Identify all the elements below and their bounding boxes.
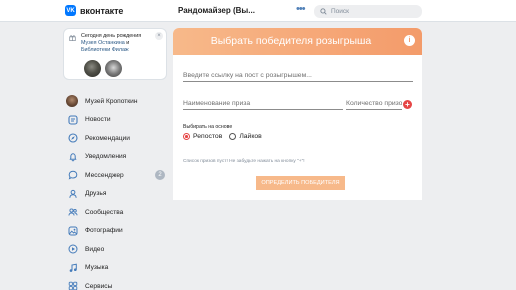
search-icon — [320, 8, 327, 15]
info-icon[interactable]: i — [404, 35, 415, 46]
sidebar-item-label: Уведомления — [85, 153, 127, 161]
sidebar-item-friends[interactable]: Друзья — [63, 185, 171, 204]
radio-likes[interactable]: Лайков — [229, 133, 262, 140]
sidebar-nav: Музей Кропоткин Новости Рекомендации Уве… — [63, 92, 171, 290]
unread-badge: 2 — [155, 170, 165, 180]
sidebar-item-label: Музыка — [85, 264, 109, 272]
search-box[interactable] — [314, 5, 422, 18]
bell-icon — [67, 151, 78, 162]
birthday-conj: и — [124, 40, 130, 46]
vk-logo-text: вконтакте — [80, 5, 124, 16]
sidebar-item-video[interactable]: Видео — [63, 240, 171, 259]
app-banner: Выбрать победителя розыгрыша i — [173, 28, 422, 55]
sidebar-item-music[interactable]: Музыка — [63, 259, 171, 278]
sidebar-item-label: Друзья — [85, 190, 107, 198]
services-icon — [67, 281, 78, 290]
user-icon — [67, 188, 78, 199]
top-header: VK вконтакте Рандомайзер (Вы... ••• — [0, 0, 516, 22]
music-icon — [67, 262, 78, 273]
add-prize-button[interactable]: + — [403, 100, 412, 109]
birthday-link-2[interactable]: Библиотеки Филаж — [81, 47, 129, 53]
avatar[interactable] — [105, 60, 122, 77]
banner-title: Выбрать победителя розыгрыша — [210, 35, 372, 47]
prize-quantity-input[interactable] — [346, 99, 402, 110]
sidebar-item-label: Видео — [85, 245, 105, 253]
close-icon[interactable]: × — [155, 32, 163, 40]
search-input[interactable] — [331, 8, 421, 15]
sidebar-item-label: Музей Кропоткин — [85, 97, 138, 105]
empty-prizes-note: Список призов пуст! Не забудьте нажать н… — [183, 159, 305, 164]
birthday-text: Сегодня день рождения Музея Останкина и … — [81, 33, 155, 54]
sidebar-item-news[interactable]: Новости — [63, 111, 171, 130]
sidebar-item-photos[interactable]: Фотографии — [63, 222, 171, 241]
birthday-line: Сегодня день рождения — [81, 33, 142, 39]
prize-name-input[interactable] — [183, 99, 343, 110]
sidebar-item-label: Новости — [85, 116, 111, 124]
news-icon — [67, 114, 78, 125]
chat-icon — [67, 170, 78, 181]
background-area — [173, 200, 422, 290]
vk-logo[interactable]: VK вконтакте — [65, 5, 123, 16]
sidebar-item-messenger[interactable]: Мессенджер 2 — [63, 166, 171, 185]
post-link-input[interactable] — [183, 71, 413, 82]
sidebar-item-recommendations[interactable]: Рекомендации — [63, 129, 171, 148]
determine-winner-button[interactable]: ОПРЕДЕЛИТЬ ПОБЕДИТЕЛЯ — [256, 176, 345, 190]
choose-basis-label: Выбирать на основе — [183, 124, 233, 130]
birthday-card: Сегодня день рождения Музея Останкина и … — [63, 28, 167, 80]
birthday-link-1[interactable]: Музея Останкина — [81, 40, 125, 46]
avatar[interactable] — [84, 60, 101, 77]
basis-radio-group: Репостов Лайков — [183, 133, 269, 140]
radio-selected-icon[interactable] — [183, 133, 190, 140]
vk-logo-icon: VK — [65, 5, 76, 16]
sidebar-item-label: Сообщества — [85, 208, 124, 216]
radio-label: Лайков — [239, 133, 262, 140]
sidebar-item-label: Фотографии — [85, 227, 123, 235]
app-title: Рандомайзер (Вы... — [178, 6, 255, 15]
sidebar-item-label: Мессенджер — [85, 171, 124, 179]
photo-icon — [67, 225, 78, 236]
radio-reposts[interactable]: Репостов — [183, 133, 222, 140]
sidebar-item-services[interactable]: Сервисы — [63, 277, 171, 290]
sidebar-item-notifications[interactable]: Уведомления — [63, 148, 171, 167]
birthday-avatars — [84, 60, 126, 77]
users-icon — [67, 207, 78, 218]
radio-unselected-icon[interactable] — [229, 133, 237, 140]
more-options-button[interactable]: ••• — [296, 3, 306, 15]
compass-icon — [67, 133, 78, 144]
sidebar-item-communities[interactable]: Сообщества — [63, 203, 171, 222]
sidebar-item-profile[interactable]: Музей Кропоткин — [63, 92, 171, 111]
sidebar-item-label: Рекомендации — [85, 134, 130, 142]
radio-label: Репостов — [193, 133, 223, 140]
avatar — [66, 95, 78, 108]
sidebar-item-label: Сервисы — [85, 282, 113, 290]
gift-icon — [69, 35, 76, 41]
video-icon — [67, 244, 78, 255]
randomizer-app: Выбрать победителя розыгрыша i + Выбират… — [173, 28, 422, 290]
